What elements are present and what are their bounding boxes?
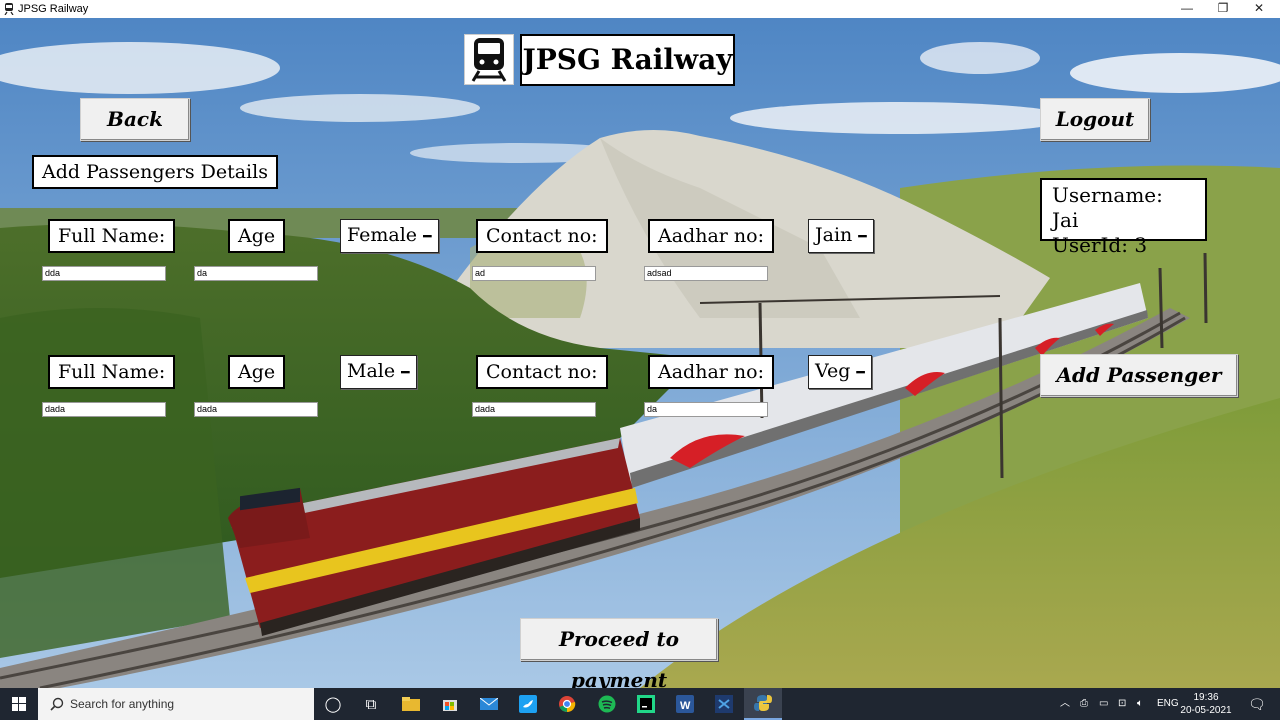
language-indicator[interactable]: ENG [1157,688,1179,720]
contact-label: Contact no: [476,219,608,253]
age-input[interactable]: dada [194,402,318,417]
battery-icon[interactable]: ▭ [1099,688,1108,720]
aadhar-label: Aadhar no: [648,219,774,253]
logout-button[interactable]: Logout [1040,98,1150,141]
aadhar-input[interactable]: adsad [644,266,768,281]
window-title: JPSG Railway [18,3,89,15]
dropdown-indicator-icon: ━ [858,229,867,245]
spotify-icon[interactable] [588,688,626,720]
contact-label: Contact no: [476,355,608,389]
age-input[interactable]: da [194,266,318,281]
fullname-input[interactable]: dada [42,402,166,417]
python-icon[interactable] [744,688,782,720]
section-title: Add Passengers Details [32,155,278,189]
word-icon[interactable]: W [666,688,704,720]
store-icon[interactable] [431,688,469,720]
network-icon[interactable]: ⊡ [1118,688,1126,720]
minimize-button[interactable]: — [1170,0,1204,18]
userid-label: UserId: 3 [1052,233,1148,257]
task-view-icon[interactable]: ⧉ [352,688,390,720]
gender-select[interactable]: Male ━ [340,355,417,389]
dropdown-indicator-icon: ━ [856,365,865,381]
food-select[interactable]: Jain ━ [808,219,874,253]
dropdown-indicator-icon: ━ [423,229,432,245]
taskbar-search-box[interactable]: Search for anything [38,688,314,720]
app-train-icon [4,3,14,15]
file-explorer-icon[interactable] [392,688,430,720]
clock-time: 19:36 [1193,692,1219,703]
gender-value: Male [347,360,396,382]
contact-input[interactable]: dada [472,402,596,417]
aadhar-label: Aadhar no: [648,355,774,389]
meet-now-icon[interactable]: ⎙ [1080,688,1088,720]
aadhar-input[interactable]: da [644,402,768,417]
food-select[interactable]: Veg ━ [808,355,872,389]
fullname-input[interactable]: dda [42,266,166,281]
add-passenger-button[interactable]: Add Passenger [1040,354,1238,397]
mail-icon[interactable] [470,688,508,720]
close-button[interactable]: ✕ [1242,0,1276,18]
notifications-icon[interactable]: 🗨︎ [1248,688,1266,720]
cortana-icon[interactable]: ◯ [314,688,352,720]
age-label: Age [228,355,286,389]
back-button[interactable]: Back [80,98,190,141]
food-value: Jain [815,224,853,246]
user-info: Username: Jai UserId: 3 [1040,178,1207,257]
window-title-bar: JPSG Railway — ❐ ✕ [0,0,1280,18]
gender-select[interactable]: Female ━ [340,219,439,253]
train-logo-icon [464,34,514,85]
twitter-icon[interactable] [509,688,547,720]
age-label: Age [228,219,286,253]
proceed-to-payment-button[interactable]: Proceed to payment [520,618,718,692]
fullname-label: Full Name: [48,219,176,253]
pycharm-icon[interactable] [627,688,665,720]
contact-input[interactable]: ad [472,266,596,281]
food-value: Veg [815,360,851,382]
chevron-up-icon[interactable]: ︿ [1060,688,1070,720]
vscode-icon[interactable] [705,688,743,720]
clock-date: 20-05-2021 [1180,705,1232,716]
windows-start-icon[interactable] [0,688,38,720]
chrome-icon[interactable] [548,688,586,720]
clock[interactable]: 19:36 20-05-2021 [1180,691,1232,717]
taskbar: Search for anything ◯ ⧉ W ︿ ⎙ ▭ ⊡ 🔈︎ ENG… [0,688,1280,720]
maximize-button[interactable]: ❐ [1206,0,1240,18]
username-label: Username: Jai [1052,183,1163,232]
app-title: JPSG Railway [520,34,735,86]
search-icon [50,697,64,711]
volume-icon[interactable]: 🔈︎ [1137,688,1143,720]
search-placeholder: Search for anything [70,697,175,711]
fullname-label: Full Name: [48,355,176,389]
dropdown-indicator-icon: ━ [401,365,410,381]
gender-value: Female [347,224,418,246]
svg-text:W: W [680,700,691,712]
